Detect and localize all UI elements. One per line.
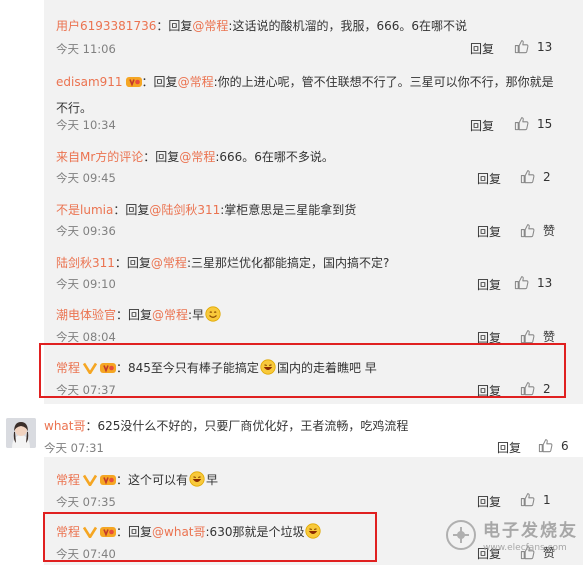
reply-button[interactable]: 回复: [477, 493, 501, 510]
avatar[interactable]: [6, 418, 36, 448]
reply-button[interactable]: 回复: [477, 223, 501, 240]
reply-item: 来自Mr方的评论：回复@常程:666。6在哪不多说。: [56, 150, 334, 164]
fan-badge-icon: [100, 361, 117, 379]
reply-button[interactable]: 回复: [477, 382, 501, 399]
laugh-emoji-icon: [260, 359, 276, 380]
thumbs-up-icon: [520, 493, 535, 507]
mention-link[interactable]: @常程: [152, 308, 188, 322]
thumbs-up-icon: [520, 170, 535, 184]
like-button[interactable]: 赞: [520, 222, 555, 239]
username-link[interactable]: 潮电体验官: [56, 308, 116, 322]
username-link[interactable]: 用户6193381736: [56, 19, 156, 33]
username-link[interactable]: edisam911: [56, 75, 123, 89]
comment-item: what哥：625没什么不好的，只要厂商优化好，王者流畅，吃鸡流程: [44, 419, 409, 433]
timestamp: 今天 10:34: [56, 118, 116, 132]
username-link[interactable]: 不是lumia: [56, 203, 113, 217]
reply-item: 用户6193381736：回复@常程:这话说的酸机溜的，我服，666。6在哪不说: [56, 19, 467, 33]
reply-text: :早: [188, 308, 205, 322]
like-count: 1: [543, 492, 551, 507]
reply-button[interactable]: 回复: [477, 276, 501, 293]
timestamp: 今天 07:37: [56, 383, 116, 397]
reply-text: 早: [206, 473, 219, 487]
reply-text: :666。6在哪不多说。: [215, 150, 334, 164]
like-button[interactable]: 15: [514, 116, 552, 131]
watermark-title: 电子发烧友: [483, 521, 578, 541]
username-link[interactable]: 来自Mr方的评论: [56, 150, 143, 164]
timestamp: 今天 09:45: [56, 171, 116, 185]
reply-button[interactable]: 回复: [470, 40, 494, 57]
reply-text: :掌柜意思是三星能拿到货: [220, 203, 357, 217]
verified-v-icon: [82, 361, 98, 379]
mention-link[interactable]: @常程: [178, 75, 214, 89]
laugh-emoji-icon: [189, 471, 205, 492]
like-count: 2: [543, 381, 551, 396]
username-link[interactable]: 常程: [56, 473, 80, 487]
like-button[interactable]: 6: [538, 438, 569, 453]
like-button[interactable]: 2: [520, 381, 551, 396]
mention-link[interactable]: @what哥: [152, 525, 205, 539]
like-button[interactable]: 13: [514, 275, 552, 290]
thumbs-up-icon: [514, 40, 529, 54]
like-count: 2: [543, 169, 551, 184]
like-count: 13: [537, 275, 553, 290]
username-link[interactable]: 陆剑秋311: [56, 256, 115, 270]
reply-button[interactable]: 回复: [497, 439, 521, 456]
timestamp: 今天 09:10: [56, 277, 116, 291]
reply-text: :这话说的酸机溜的，我服，666。6在哪不说: [228, 19, 467, 33]
username-link[interactable]: 常程: [56, 361, 80, 375]
comment-text: 625没什么不好的，只要厂商优化好，王者流畅，吃鸡流程: [97, 419, 409, 433]
timestamp: 今天 07:31: [44, 441, 104, 455]
verified-v-icon: [82, 525, 98, 543]
timestamp: 今天 07:35: [56, 495, 116, 509]
like-button[interactable]: 2: [520, 169, 551, 184]
timestamp: 今天 07:40: [56, 547, 116, 561]
mention-link[interactable]: @常程: [151, 256, 187, 270]
elecfans-logo-icon: [446, 519, 476, 550]
thumbs-up-icon: [514, 276, 529, 290]
mention-link[interactable]: @常程: [192, 19, 228, 33]
watermark: 电子发烧友 www.elecfans.com: [444, 516, 578, 553]
reply-button[interactable]: 回复: [470, 117, 494, 134]
weibo-comment-thread: 用户6193381736：回复@常程:这话说的酸机溜的，我服，666。6在哪不说…: [0, 0, 583, 565]
reply-item: 不是lumia：回复@陆剑秋311:掌柜意思是三星能拿到货: [56, 203, 357, 217]
reply-item: 常程 ：845至今只有棒子能搞定 国内的走着瞧吧 早: [56, 359, 566, 380]
reply-button[interactable]: 回复: [477, 170, 501, 187]
timestamp: 今天 09:36: [56, 224, 116, 238]
reply-item: 潮电体验官：回复@常程:早: [56, 306, 566, 327]
fan-badge-icon: [125, 72, 142, 96]
reply-item: edisam911 ：回复@常程:你的上进心呢，管不住联想不行了。三星可以你不行，…: [56, 70, 566, 120]
timestamp: 今天 11:06: [56, 42, 116, 56]
mention-link[interactable]: @常程: [179, 150, 215, 164]
reply-text: :三星那烂优化都能搞定，国内搞不定?: [186, 256, 390, 270]
like-count: 15: [537, 116, 553, 131]
like-count: 13: [537, 39, 553, 54]
like-button[interactable]: 13: [514, 39, 552, 54]
verified-v-icon: [82, 473, 98, 491]
reply-text: 国内的走着瞧吧 早: [276, 361, 377, 375]
like-button[interactable]: 1: [520, 492, 551, 507]
watermark-url: www.elecfans.com: [483, 543, 567, 553]
smile-emoji-icon: [205, 306, 221, 327]
username-link[interactable]: 常程: [56, 525, 80, 539]
username-link[interactable]: what哥: [44, 419, 85, 433]
like-count: 赞: [543, 224, 556, 238]
reply-text: 845至今只有棒子能搞定: [128, 361, 259, 375]
mention-link[interactable]: @陆剑秋311: [149, 203, 220, 217]
thumbs-up-icon: [520, 330, 535, 344]
reply-item: 常程 ：这个可以有早: [56, 471, 566, 492]
reply-text: :630那就是个垃圾: [205, 525, 305, 539]
thumbs-up-icon: [514, 117, 529, 131]
fan-badge-icon: [100, 525, 117, 543]
reply-text: 这个可以有: [128, 473, 189, 487]
fan-badge-icon: [100, 473, 117, 491]
thumbs-up-icon: [520, 382, 535, 396]
thumbs-up-icon: [538, 439, 553, 453]
laugh-emoji-icon: [305, 523, 322, 544]
like-count: 6: [561, 438, 569, 453]
reply-item: 陆剑秋311：回复@常程:三星那烂优化都能搞定，国内搞不定?: [56, 256, 390, 270]
thumbs-up-icon: [520, 224, 535, 238]
